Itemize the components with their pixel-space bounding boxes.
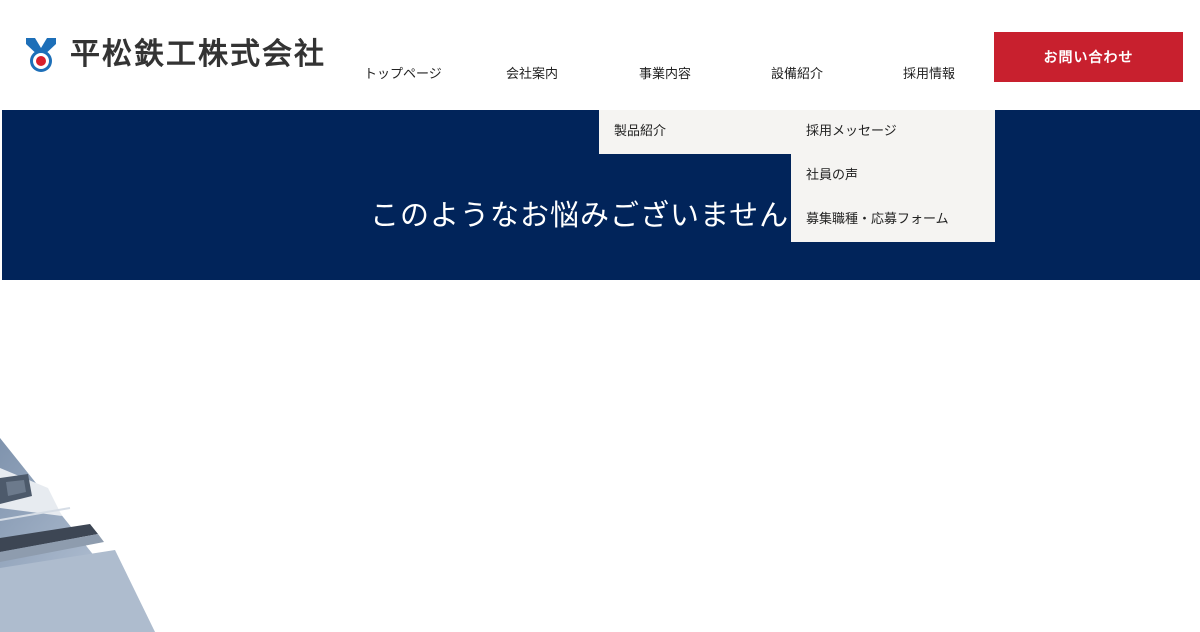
site-header: 平松鉄工株式会社 トップページ 会社案内 事業内容 設備紹介 採用情報 お問い合… (0, 0, 1200, 110)
hero-title: このようなお悩みございませんか？ (370, 198, 850, 232)
site-logo[interactable]: 平松鉄工株式会社 (24, 36, 326, 74)
dropdown-item-job-openings[interactable]: 募集職種・応募フォーム (791, 198, 995, 242)
company-emblem-icon (26, 38, 56, 72)
nav-top[interactable]: トップページ (364, 66, 442, 84)
dropdown-item-employee-voices[interactable]: 社員の声 (791, 154, 995, 198)
dropdown-business: 製品紹介 (599, 110, 791, 154)
nav-recruit[interactable]: 採用情報 (903, 66, 955, 84)
dropdown-item-products[interactable]: 製品紹介 (599, 110, 791, 154)
dropdown-item-recruit-message[interactable]: 採用メッセージ (791, 110, 995, 154)
building-photo (0, 438, 155, 632)
dropdown-recruit: 採用メッセージ 社員の声 募集職種・応募フォーム (791, 110, 995, 242)
nav-company[interactable]: 会社案内 (506, 66, 558, 84)
company-name: 平松鉄工株式会社 (70, 37, 326, 72)
page: 平松鉄工株式会社 トップページ 会社案内 事業内容 設備紹介 採用情報 お問い合… (0, 0, 1200, 632)
nav-business[interactable]: 事業内容 (639, 66, 691, 84)
contact-button[interactable]: お問い合わせ (994, 32, 1183, 82)
nav-equipment[interactable]: 設備紹介 (771, 66, 823, 84)
